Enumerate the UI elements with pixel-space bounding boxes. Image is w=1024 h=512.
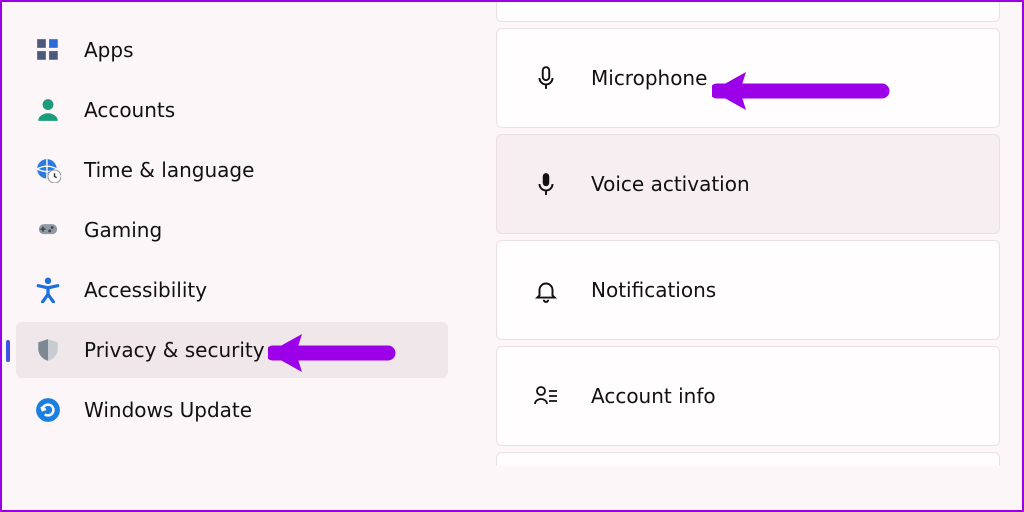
microphone-icon: [531, 63, 561, 93]
shield-icon: [34, 336, 62, 364]
setting-card-peek-top[interactable]: [496, 2, 1000, 22]
setting-label: Voice activation: [591, 172, 750, 196]
setting-card-microphone[interactable]: Microphone: [496, 28, 1000, 128]
sidebar-item-label: Accounts: [84, 98, 175, 122]
sidebar-item-label: Privacy & security: [84, 338, 265, 362]
bell-icon: [531, 275, 561, 305]
account-info-icon: [531, 381, 561, 411]
setting-label: Account info: [591, 384, 716, 408]
accessibility-icon: [34, 276, 62, 304]
update-icon: [34, 396, 62, 424]
setting-label: Microphone: [591, 66, 707, 90]
sidebar-item-privacy-security[interactable]: Privacy & security: [16, 322, 448, 378]
sidebar-item-accounts[interactable]: Accounts: [16, 82, 448, 138]
sidebar-item-label: Windows Update: [84, 398, 252, 422]
sidebar-item-label: Gaming: [84, 218, 162, 242]
apps-icon: [34, 36, 62, 64]
sidebar-item-gaming[interactable]: Gaming: [16, 202, 448, 258]
gamepad-icon: [34, 216, 62, 244]
person-icon: [34, 96, 62, 124]
sidebar-item-label: Time & language: [84, 158, 254, 182]
content-panel: Microphone Voice activation Notification…: [470, 2, 1022, 510]
microphone-solid-icon: [531, 169, 561, 199]
sidebar-item-apps[interactable]: Apps: [16, 22, 448, 78]
sidebar-item-windows-update[interactable]: Windows Update: [16, 382, 448, 438]
sidebar-item-label: Accessibility: [84, 278, 207, 302]
setting-label: Notifications: [591, 278, 716, 302]
sidebar-item-accessibility[interactable]: Accessibility: [16, 262, 448, 318]
setting-card-account-info[interactable]: Account info: [496, 346, 1000, 446]
setting-card-peek-bottom[interactable]: [496, 452, 1000, 466]
globe-clock-icon: [34, 156, 62, 184]
sidebar-item-label: Apps: [84, 38, 134, 62]
sidebar: Apps Accounts Time & language: [2, 2, 470, 510]
selection-accent: [6, 340, 10, 362]
sidebar-item-time-language[interactable]: Time & language: [16, 142, 448, 198]
setting-card-notifications[interactable]: Notifications: [496, 240, 1000, 340]
setting-card-voice-activation[interactable]: Voice activation: [496, 134, 1000, 234]
